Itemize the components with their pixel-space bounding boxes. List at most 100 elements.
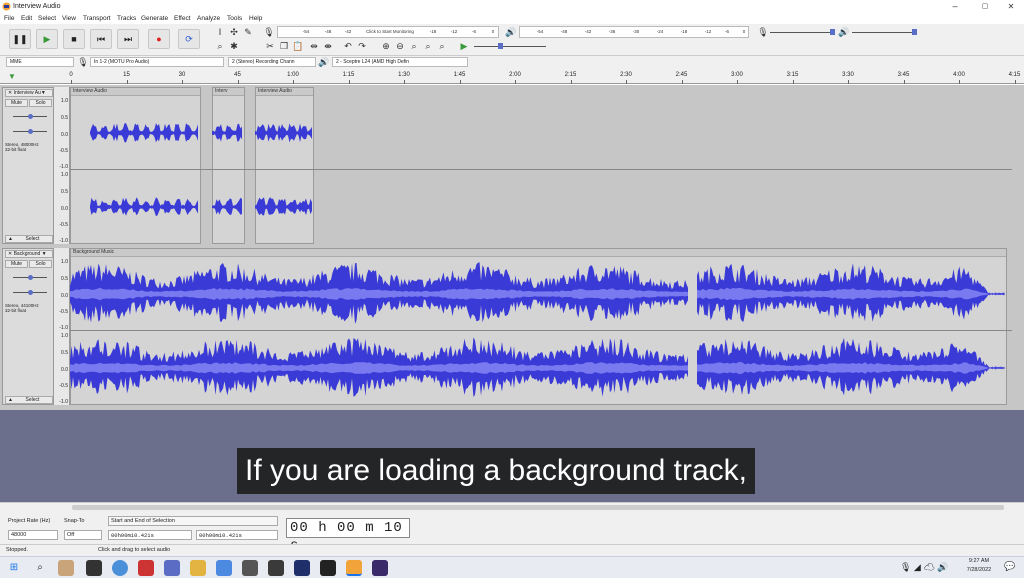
close-button[interactable]: ✕ [996,0,1024,14]
taskbar-audacity-icon[interactable] [346,560,362,576]
menu-edit[interactable]: Edit [21,15,32,22]
track-select-button[interactable]: ▲ Select [5,235,53,243]
menu-generate[interactable]: Generate [141,15,168,22]
search-icon[interactable]: ⌕ [32,560,48,576]
menu-effect[interactable]: Effect [174,15,191,22]
pan-slider[interactable] [13,129,47,134]
stop-button[interactable]: ■ [63,29,85,49]
menu-transport[interactable]: Transport [83,15,111,22]
interview-waveform[interactable] [70,87,1012,244]
audio-host-dropdown[interactable]: MME [6,57,74,67]
menu-analyze[interactable]: Analyze [197,15,220,22]
draw-tool-icon[interactable]: ✎ [242,26,254,38]
record-volume-slider[interactable] [770,29,835,35]
project-rate-dropdown[interactable]: 48000 [8,530,58,540]
solo-button[interactable]: Solo [29,99,52,107]
undo-icon[interactable]: ↶ [342,40,354,52]
zoom-toggle-icon[interactable]: ⌕ [436,40,448,52]
track-name-menu[interactable]: ✕ Interview Au▼ [5,89,53,97]
microphone-icon[interactable]: 🎙 [263,26,275,38]
ruler-tick-mark [570,80,572,84]
playback-meter[interactable]: -54 -48 -42 -36 -30 -24 -18 -12 -6 0 [519,26,749,38]
redo-icon[interactable]: ↷ [356,40,368,52]
taskbar-app-icon[interactable] [268,560,284,576]
menu-bar: File Edit Select View Transport Tracks G… [0,14,1024,24]
window-title: Interview Audio [13,3,61,10]
record-button[interactable]: ● [148,29,170,49]
selection-mode-dropdown[interactable]: Start and End of Selection [108,516,278,526]
record-meter[interactable]: -54 -48 -42 Click to Start Monitoring -1… [277,26,499,38]
pan-slider[interactable] [13,290,47,295]
tracks-area[interactable]: ✕ Interview Au▼ Mute Solo Stereo, 48000H… [0,85,1024,410]
skip-to-start-button[interactable]: ⏮ [90,29,112,49]
selection-end-time[interactable]: 00h00m10.421s [196,530,278,540]
silence-icon[interactable]: ⇼ [322,40,334,52]
playback-volume-slider[interactable] [852,29,917,35]
play-button[interactable]: ▶ [36,29,58,49]
timeline-options-icon[interactable]: ▼ [8,72,16,81]
gain-slider[interactable] [13,275,47,280]
output-device-dropdown[interactable]: 2 - Sceptre L24 (AMD High Defin [332,57,468,67]
skip-to-end-button[interactable]: ⏭ [117,29,139,49]
taskbar-app-icon[interactable] [58,560,74,576]
windows-start-icon[interactable]: ⊞ [6,560,22,576]
multi-tool-icon[interactable]: ✱ [228,40,240,52]
menu-view[interactable]: View [62,15,76,22]
menu-tools[interactable]: Tools [227,15,242,22]
mute-button[interactable]: Mute [5,99,28,107]
taskbar-app-icon[interactable] [372,560,388,576]
audio-position-display[interactable]: 00 h 00 m 10 s [286,518,410,554]
fit-project-icon[interactable]: ⌕ [422,40,434,52]
title-bar: Interview Audio – ▢ ✕ [0,0,1024,14]
ruler-tick-label: 0 [69,72,73,78]
paste-icon[interactable]: 📋 [292,40,304,52]
play-at-speed-icon[interactable]: ▶ [458,40,470,52]
taskbar-app-icon[interactable] [216,560,232,576]
ruler-tick-label: 2:00 [509,72,521,78]
ruler-tick-label: 2:15 [564,72,577,78]
taskbar-photoshop-icon[interactable] [294,560,310,576]
taskbar-app-icon[interactable] [138,560,154,576]
taskbar-app-icon[interactable] [320,560,336,576]
input-device-dropdown[interactable]: In 1-2 (MOTU Pro Audio) [90,57,224,67]
menu-help[interactable]: Help [249,15,262,22]
fit-selection-icon[interactable]: ⌕ [408,40,420,52]
selection-tool-icon[interactable]: I [214,26,226,38]
menu-file[interactable]: File [4,15,14,22]
copy-icon[interactable]: ❐ [278,40,290,52]
track-select-button[interactable]: ▲ Select [5,396,53,404]
trim-icon[interactable]: ⇹ [308,40,320,52]
taskbar-app-icon[interactable] [86,560,102,576]
background-waveform[interactable] [70,248,1012,405]
envelope-tool-icon[interactable]: ✣ [228,26,240,38]
taskbar-chrome-icon[interactable] [112,560,128,576]
menu-tracks[interactable]: Tracks [117,15,136,22]
speaker-icon[interactable]: 🔊 [505,26,517,38]
zoom-out-icon[interactable]: ⊖ [394,40,406,52]
clock[interactable]: 9:27 AM 7/28/2022 [962,558,996,573]
taskbar-app-icon[interactable] [164,560,180,576]
minimize-button[interactable]: – [940,0,970,14]
loop-button[interactable]: ⟳ [178,29,200,49]
taskbar-folder-icon[interactable] [190,560,206,576]
notification-icon[interactable]: 💬 [1004,561,1015,572]
scroll-thumb[interactable] [72,505,1004,510]
pause-button[interactable]: ❚❚ [9,29,31,49]
snap-to-label: Snap-To [64,518,85,524]
taskbar-app-icon[interactable] [242,560,258,576]
timeline-ruler[interactable]: ▼ 0 15 30 45 1:00 1:15 1:30 1:45 2:00 2:15 2:30 2:4… [0,68,1024,84]
selection-start-time[interactable]: 00h00m10.421s [108,530,192,540]
track-name-menu[interactable]: ✕ Background ▼ [5,250,53,258]
system-tray-icons[interactable]: 🎙 ◢ ☁ 🔊 [900,562,948,573]
gain-slider[interactable] [13,114,47,119]
zoom-in-icon[interactable]: ⊕ [380,40,392,52]
cut-icon[interactable]: ✂ [264,40,276,52]
solo-button[interactable]: Solo [29,260,52,268]
play-speed-slider[interactable] [474,43,546,49]
snap-to-dropdown[interactable]: Off [64,530,102,540]
mute-button[interactable]: Mute [5,260,28,268]
menu-select[interactable]: Select [38,15,56,22]
zoom-tool-icon[interactable]: ⌕ [214,40,226,52]
horizontal-scrollbar[interactable] [0,502,1024,512]
channels-dropdown[interactable]: 2 (Stereo) Recording Chann [228,57,316,67]
